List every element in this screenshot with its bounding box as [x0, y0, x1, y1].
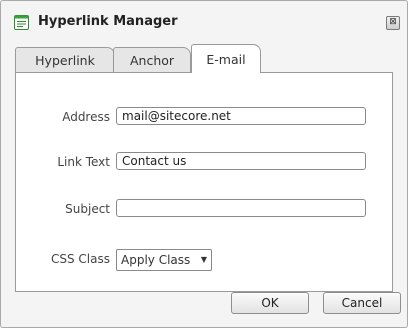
address-field[interactable]: mail@sitecore.net [116, 107, 366, 125]
tab-hyperlink[interactable]: Hyperlink [15, 47, 115, 72]
title-bar: Hyperlink Manager ⊠ [1, 1, 407, 41]
hyperlink-manager-dialog: Hyperlink Manager ⊠ Hyperlink Anchor E-m… [0, 0, 408, 328]
tab-strip: Hyperlink Anchor E-mail [15, 44, 393, 73]
tab-email[interactable]: E-mail [191, 44, 261, 73]
subject-field[interactable] [116, 199, 366, 217]
dropdown-arrow-icon: ▼ [200, 255, 207, 264]
close-button[interactable]: ⊠ [386, 16, 400, 30]
cancel-button[interactable]: Cancel [323, 292, 401, 314]
email-panel: Address mail@sitecore.net Link Text Cont… [15, 72, 393, 292]
address-label: Address [62, 110, 110, 124]
dialog-title: Hyperlink Manager [38, 14, 178, 29]
link-text-label: Link Text [57, 155, 110, 169]
document-icon [14, 15, 29, 30]
ok-button[interactable]: OK [231, 292, 309, 314]
css-class-label: CSS Class [51, 252, 110, 266]
css-class-select[interactable]: Apply Class ▼ [116, 249, 212, 271]
link-text-field[interactable]: Contact us [116, 152, 366, 170]
css-class-selected-value: Apply Class [121, 253, 191, 267]
subject-label: Subject [65, 202, 110, 216]
tab-anchor[interactable]: Anchor [113, 47, 191, 72]
